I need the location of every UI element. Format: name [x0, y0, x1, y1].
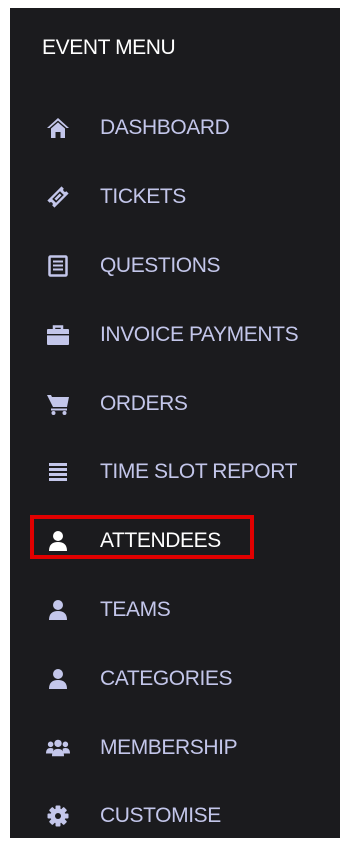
menu-item-label: MEMBERSHIP: [100, 735, 238, 759]
menu-item-label: DASHBOARD: [100, 116, 230, 140]
home-icon: [46, 116, 70, 140]
menu-item-label: ATTENDEES: [100, 529, 221, 553]
ticket-icon: [46, 185, 70, 209]
menu-item-membership[interactable]: MEMBERSHIP: [10, 713, 340, 782]
bars-icon: [46, 460, 70, 484]
menu-list: DASHBOARD TICKETS QUESTIONS INVOICE PAYM…: [10, 94, 340, 838]
menu-item-dashboard[interactable]: DASHBOARD: [10, 94, 340, 163]
menu-title: EVENT MENU: [42, 36, 176, 59]
menu-item-tickets[interactable]: TICKETS: [10, 163, 340, 232]
briefcase-icon: [46, 323, 70, 347]
menu-item-label: TIME SLOT REPORT: [100, 460, 298, 484]
user-icon: [46, 598, 70, 622]
gear-icon: [46, 804, 70, 828]
menu-item-time-slot-report[interactable]: TIME SLOT REPORT: [10, 438, 340, 507]
menu-item-customise[interactable]: CUSTOMISE: [10, 782, 340, 838]
menu-item-invoice-payments[interactable]: INVOICE PAYMENTS: [10, 300, 340, 369]
event-menu-sidebar: EVENT MENU DASHBOARD TICKETS QUESTIONS I…: [10, 8, 340, 838]
list-icon: [46, 254, 70, 278]
menu-item-orders[interactable]: ORDERS: [10, 369, 340, 438]
menu-item-questions[interactable]: QUESTIONS: [10, 232, 340, 301]
user-icon: [46, 529, 70, 553]
menu-item-label: QUESTIONS: [100, 253, 221, 277]
user-icon: [46, 667, 70, 691]
menu-item-label: TEAMS: [100, 597, 171, 621]
menu-item-teams[interactable]: TEAMS: [10, 576, 340, 645]
menu-item-label: INVOICE PAYMENTS: [100, 322, 299, 346]
menu-item-label: CATEGORIES: [100, 666, 233, 690]
menu-item-label: CUSTOMISE: [100, 804, 221, 828]
menu-item-label: TICKETS: [100, 185, 186, 209]
menu-item-attendees[interactable]: ATTENDEES: [10, 507, 340, 576]
users-icon: [46, 736, 70, 760]
cart-icon: [46, 392, 70, 416]
menu-item-label: ORDERS: [100, 391, 188, 415]
menu-item-categories[interactable]: CATEGORIES: [10, 644, 340, 713]
